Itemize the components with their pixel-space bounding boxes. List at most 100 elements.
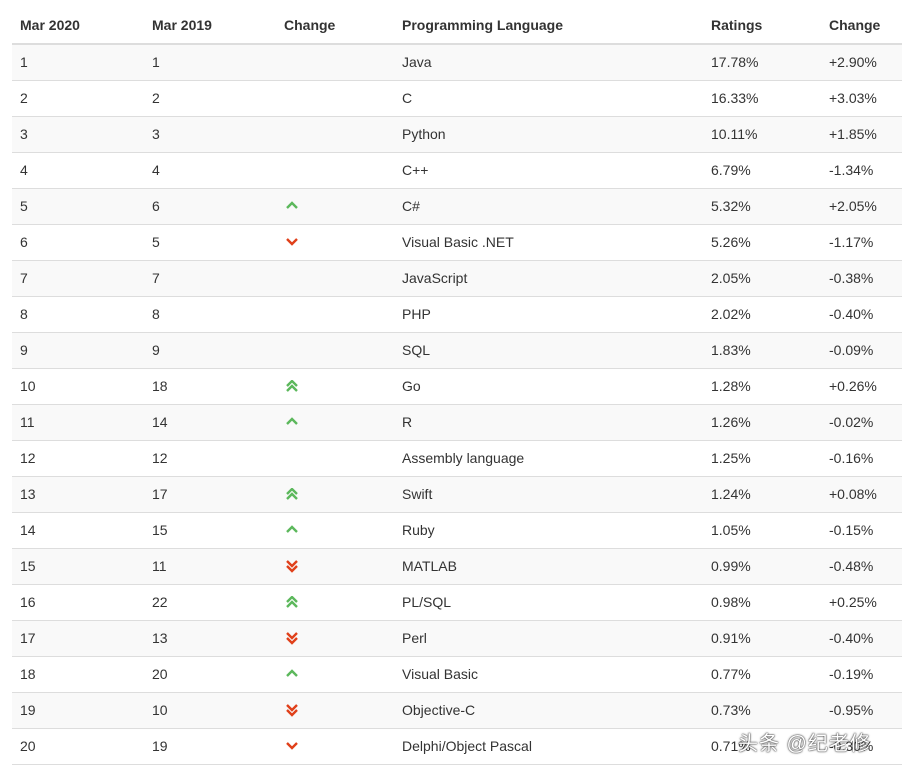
language: MATLAB — [394, 548, 703, 585]
table-row: 10 18 Go 1.28% +0.26% — [12, 368, 902, 405]
rating: 0.73% — [703, 692, 821, 729]
table-row: 11 14 R 1.26% -0.02% — [12, 404, 902, 441]
change-icon — [276, 188, 394, 225]
rating-change: +2.90% — [821, 44, 902, 81]
rank-2019: 5 — [144, 224, 276, 261]
rank-2020: 7 — [12, 260, 144, 297]
rating-change: +0.08% — [821, 476, 902, 513]
ranking-table: Mar 2020 Mar 2019 Change Programming Lan… — [12, 0, 902, 765]
rating: 1.26% — [703, 404, 821, 441]
rank-2019: 10 — [144, 692, 276, 729]
rating-change: -0.09% — [821, 332, 902, 369]
table-row: 19 10 Objective-C 0.73% -0.95% — [12, 692, 902, 729]
rating-change: -0.02% — [821, 404, 902, 441]
change-icon — [276, 332, 394, 369]
rating: 0.98% — [703, 584, 821, 621]
rating: 1.05% — [703, 512, 821, 549]
chevron-down-double-icon — [286, 631, 298, 645]
rank-2020: 17 — [12, 620, 144, 657]
header-change: Change — [276, 0, 394, 45]
language: Visual Basic — [394, 656, 703, 693]
rating: 17.78% — [703, 44, 821, 81]
chevron-down-double-icon — [286, 559, 298, 573]
language: C — [394, 80, 703, 117]
change-icon — [276, 728, 394, 765]
rating-change: +0.26% — [821, 368, 902, 405]
rank-2019: 4 — [144, 152, 276, 189]
chevron-up-icon — [286, 668, 298, 677]
table-row: 16 22 PL/SQL 0.98% +0.25% — [12, 584, 902, 621]
language: Ruby — [394, 512, 703, 549]
rating: 1.25% — [703, 440, 821, 477]
change-icon — [276, 296, 394, 333]
header-row: Mar 2020 Mar 2019 Change Programming Lan… — [12, 0, 902, 45]
language: R — [394, 404, 703, 441]
change-icon — [276, 404, 394, 441]
change-icon — [276, 584, 394, 621]
rating: 2.02% — [703, 296, 821, 333]
chevron-up-double-icon — [286, 379, 298, 392]
table-row: 13 17 Swift 1.24% +0.08% — [12, 476, 902, 513]
table-row: 9 9 SQL 1.83% -0.09% — [12, 332, 902, 369]
rank-2020: 12 — [12, 440, 144, 477]
table-row: 8 8 PHP 2.02% -0.40% — [12, 296, 902, 333]
table-row: 15 11 MATLAB 0.99% -0.48% — [12, 548, 902, 585]
rank-2020: 2 — [12, 80, 144, 117]
rating: 5.32% — [703, 188, 821, 225]
rating-change: +2.05% — [821, 188, 902, 225]
change-icon — [276, 440, 394, 477]
change-icon — [276, 656, 394, 693]
table-row: 12 12 Assembly language 1.25% -0.16% — [12, 440, 902, 477]
change-icon — [276, 80, 394, 117]
rating-change: +3.03% — [821, 80, 902, 117]
rating-change: -0.48% — [821, 548, 902, 585]
change-icon — [276, 620, 394, 657]
rating: 10.11% — [703, 116, 821, 153]
rating-change: -0.16% — [821, 440, 902, 477]
header-language: Programming Language — [394, 0, 703, 45]
rank-2020: 5 — [12, 188, 144, 225]
language: Assembly language — [394, 440, 703, 477]
rating-change: -0.15% — [821, 512, 902, 549]
rank-2019: 1 — [144, 44, 276, 81]
rank-2019: 14 — [144, 404, 276, 441]
rank-2020: 20 — [12, 728, 144, 765]
rank-2020: 16 — [12, 584, 144, 621]
rating-change: -0.40% — [821, 296, 902, 333]
rating-change: -0.40% — [821, 620, 902, 657]
change-icon — [276, 260, 394, 297]
change-icon — [276, 476, 394, 513]
rank-2019: 9 — [144, 332, 276, 369]
change-icon — [276, 548, 394, 585]
rating: 1.24% — [703, 476, 821, 513]
header-mar-2020: Mar 2020 — [12, 0, 144, 45]
rank-2019: 6 — [144, 188, 276, 225]
change-icon — [276, 44, 394, 81]
rank-2020: 14 — [12, 512, 144, 549]
rank-2020: 6 — [12, 224, 144, 261]
language: PHP — [394, 296, 703, 333]
rating: 6.79% — [703, 152, 821, 189]
language: Perl — [394, 620, 703, 657]
change-icon — [276, 368, 394, 405]
language: C++ — [394, 152, 703, 189]
rating-change: +1.85% — [821, 116, 902, 153]
chevron-down-icon — [286, 741, 298, 750]
language: Objective-C — [394, 692, 703, 729]
table-row: 2 2 C 16.33% +3.03% — [12, 80, 902, 117]
rank-2019: 17 — [144, 476, 276, 513]
table-row: 7 7 JavaScript 2.05% -0.38% — [12, 260, 902, 297]
change-icon — [276, 152, 394, 189]
rank-2020: 18 — [12, 656, 144, 693]
rank-2019: 12 — [144, 440, 276, 477]
rating-change: -1.17% — [821, 224, 902, 261]
chevron-down-double-icon — [286, 703, 298, 717]
rank-2020: 10 — [12, 368, 144, 405]
rank-2019: 13 — [144, 620, 276, 657]
rank-2019: 11 — [144, 548, 276, 585]
change-icon — [276, 692, 394, 729]
chevron-up-double-icon — [286, 595, 298, 608]
rank-2020: 15 — [12, 548, 144, 585]
table-row: 1 1 Java 17.78% +2.90% — [12, 44, 902, 81]
rank-2019: 3 — [144, 116, 276, 153]
